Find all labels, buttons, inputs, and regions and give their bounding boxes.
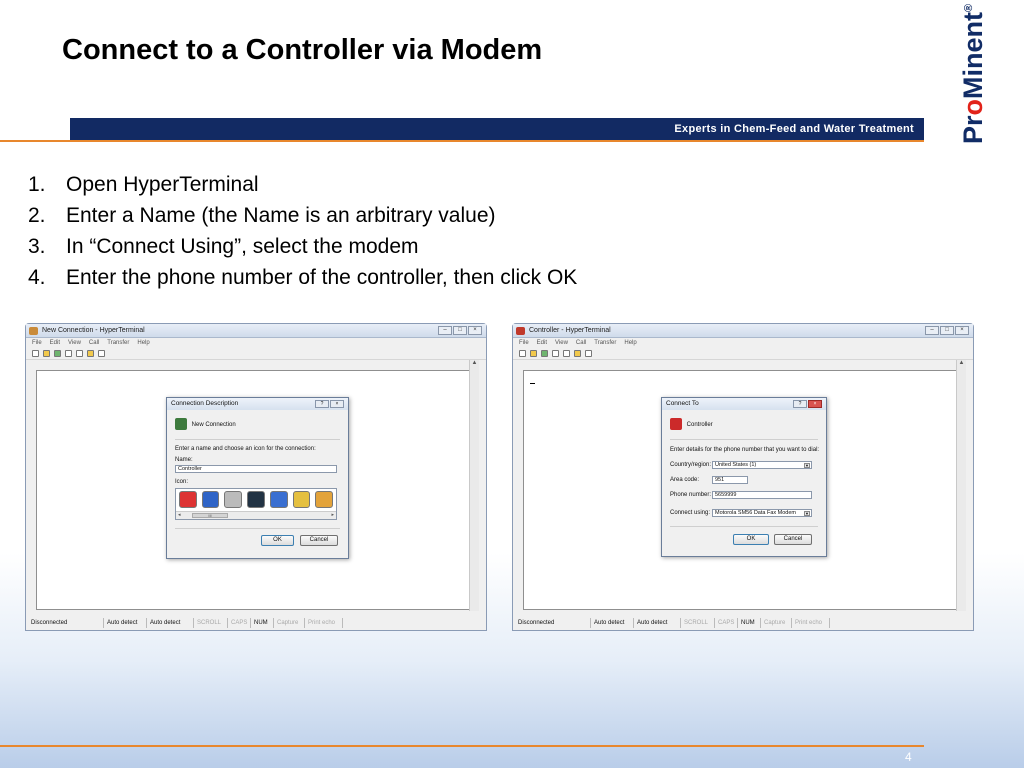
menu-edit[interactable]: Edit [537, 338, 547, 348]
connect-using-select[interactable]: Motorola SM56 Data Fax Modem ▼ [712, 509, 812, 517]
ok-button[interactable]: OK [733, 534, 769, 545]
menu-call[interactable]: Call [576, 338, 586, 348]
disconnect-icon[interactable] [552, 350, 559, 357]
send-icon[interactable] [563, 350, 570, 357]
phone-yellow-icon[interactable] [315, 491, 334, 508]
text-cursor [530, 383, 535, 384]
receive-icon[interactable] [574, 350, 581, 357]
close-button[interactable]: × [955, 326, 969, 335]
list-item: 2. Enter a Name (the Name is an arbitrary… [28, 204, 496, 227]
list-item: 1. Open HyperTerminal [28, 173, 259, 196]
open-icon[interactable] [530, 350, 537, 357]
horizontal-scrollbar[interactable]: ◂ III ▸ [176, 511, 336, 519]
divider-line [0, 140, 924, 142]
name-input[interactable]: Controller [175, 465, 337, 473]
page-number: 4 [905, 750, 912, 764]
status-bar: Disconnected Auto detect Auto detect SCR… [28, 618, 484, 628]
maximize-button[interactable]: □ [453, 326, 467, 335]
folder-icon[interactable] [292, 491, 311, 508]
menu-transfer[interactable]: Transfer [107, 338, 129, 348]
dial-icon[interactable] [541, 350, 548, 357]
help-button[interactable]: ? [793, 400, 807, 408]
connection-header: New Connection [175, 418, 236, 430]
connection-header: Controller [670, 418, 713, 430]
close-button[interactable]: × [468, 326, 482, 335]
dialog-titlebar: Connection Description ? × [167, 398, 348, 410]
menu-help[interactable]: Help [624, 338, 636, 348]
slide-title: Connect to a Controller via Modem [62, 34, 543, 66]
connect-to-dialog: Connect To ? × Controller Enter details f… [661, 397, 827, 557]
network-icon[interactable] [269, 491, 288, 508]
new-icon[interactable] [519, 350, 526, 357]
menubar: File Edit View Call Transfer Help [26, 338, 486, 348]
dialog-close-button[interactable]: × [808, 400, 822, 408]
steps-list: 1. Open HyperTerminal 2. Enter a Name (the… [28, 170, 577, 294]
vertical-scrollbar[interactable]: ▲ [956, 360, 966, 611]
ok-button[interactable]: OK [261, 535, 294, 546]
minimize-button[interactable]: – [925, 326, 939, 335]
mci-icon[interactable] [247, 491, 265, 508]
chevron-down-icon: ▼ [804, 463, 810, 468]
hyperterminal-icon [516, 327, 525, 335]
maximize-button[interactable]: □ [940, 326, 954, 335]
send-icon[interactable] [76, 350, 83, 357]
open-icon[interactable] [43, 350, 50, 357]
dialog-titlebar: Connect To ? × [662, 398, 826, 410]
phone-number-input[interactable]: 5659999 [712, 491, 812, 499]
properties-icon[interactable] [585, 350, 592, 357]
menu-view[interactable]: View [555, 338, 568, 348]
hyperterminal-window-new-connection: New Connection - HyperTerminal – □ × Fil… [25, 323, 487, 631]
globe-icon[interactable] [201, 491, 220, 508]
icon-picker[interactable]: ◂ III ▸ [175, 488, 337, 520]
receive-icon[interactable] [87, 350, 94, 357]
properties-icon[interactable] [98, 350, 105, 357]
dial-icon[interactable] [54, 350, 61, 357]
hyperterminal-icon [29, 327, 38, 335]
menu-file[interactable]: File [519, 338, 529, 348]
menu-help[interactable]: Help [137, 338, 149, 348]
connection-description-dialog: Connection Description ? × New Connection… [166, 397, 349, 559]
tagline-bar: Experts in Chem-Feed and Water Treatment [70, 118, 924, 140]
phone-red-icon [670, 418, 682, 430]
hyperterminal-window-controller: Controller - HyperTerminal – □ × File Ed… [512, 323, 974, 631]
window-titlebar[interactable]: New Connection - HyperTerminal – □ × [26, 324, 486, 338]
cancel-button[interactable]: Cancel [774, 534, 812, 545]
list-item: 4. Enter the phone number of the controll… [28, 266, 578, 289]
phone-icon [175, 418, 187, 430]
chevron-down-icon: ▼ [804, 511, 810, 516]
dialog-close-button[interactable]: × [330, 400, 344, 408]
prominent-logo: ProMinent® [958, 3, 988, 144]
phone-grey-icon[interactable] [224, 491, 243, 508]
new-icon[interactable] [32, 350, 39, 357]
menu-transfer[interactable]: Transfer [594, 338, 616, 348]
phone-red-icon[interactable] [179, 491, 197, 508]
toolbar [513, 348, 973, 360]
minimize-button[interactable]: – [438, 326, 452, 335]
footer-line [0, 745, 924, 747]
window-titlebar[interactable]: Controller - HyperTerminal – □ × [513, 324, 973, 338]
vertical-scrollbar[interactable]: ▲ [469, 360, 479, 611]
menu-edit[interactable]: Edit [50, 338, 60, 348]
menu-call[interactable]: Call [89, 338, 99, 348]
menu-file[interactable]: File [32, 338, 42, 348]
menu-view[interactable]: View [68, 338, 81, 348]
status-bar: Disconnected Auto detect Auto detect SCR… [515, 618, 971, 628]
disconnect-icon[interactable] [65, 350, 72, 357]
cancel-button[interactable]: Cancel [300, 535, 338, 546]
area-code-input[interactable]: 951 [712, 476, 748, 484]
country-select[interactable]: United States (1) ▼ [712, 461, 812, 469]
list-item: 3. In “Connect Using”, select the modem [28, 235, 419, 258]
toolbar [26, 348, 486, 360]
help-button[interactable]: ? [315, 400, 329, 408]
menubar: File Edit View Call Transfer Help [513, 338, 973, 348]
